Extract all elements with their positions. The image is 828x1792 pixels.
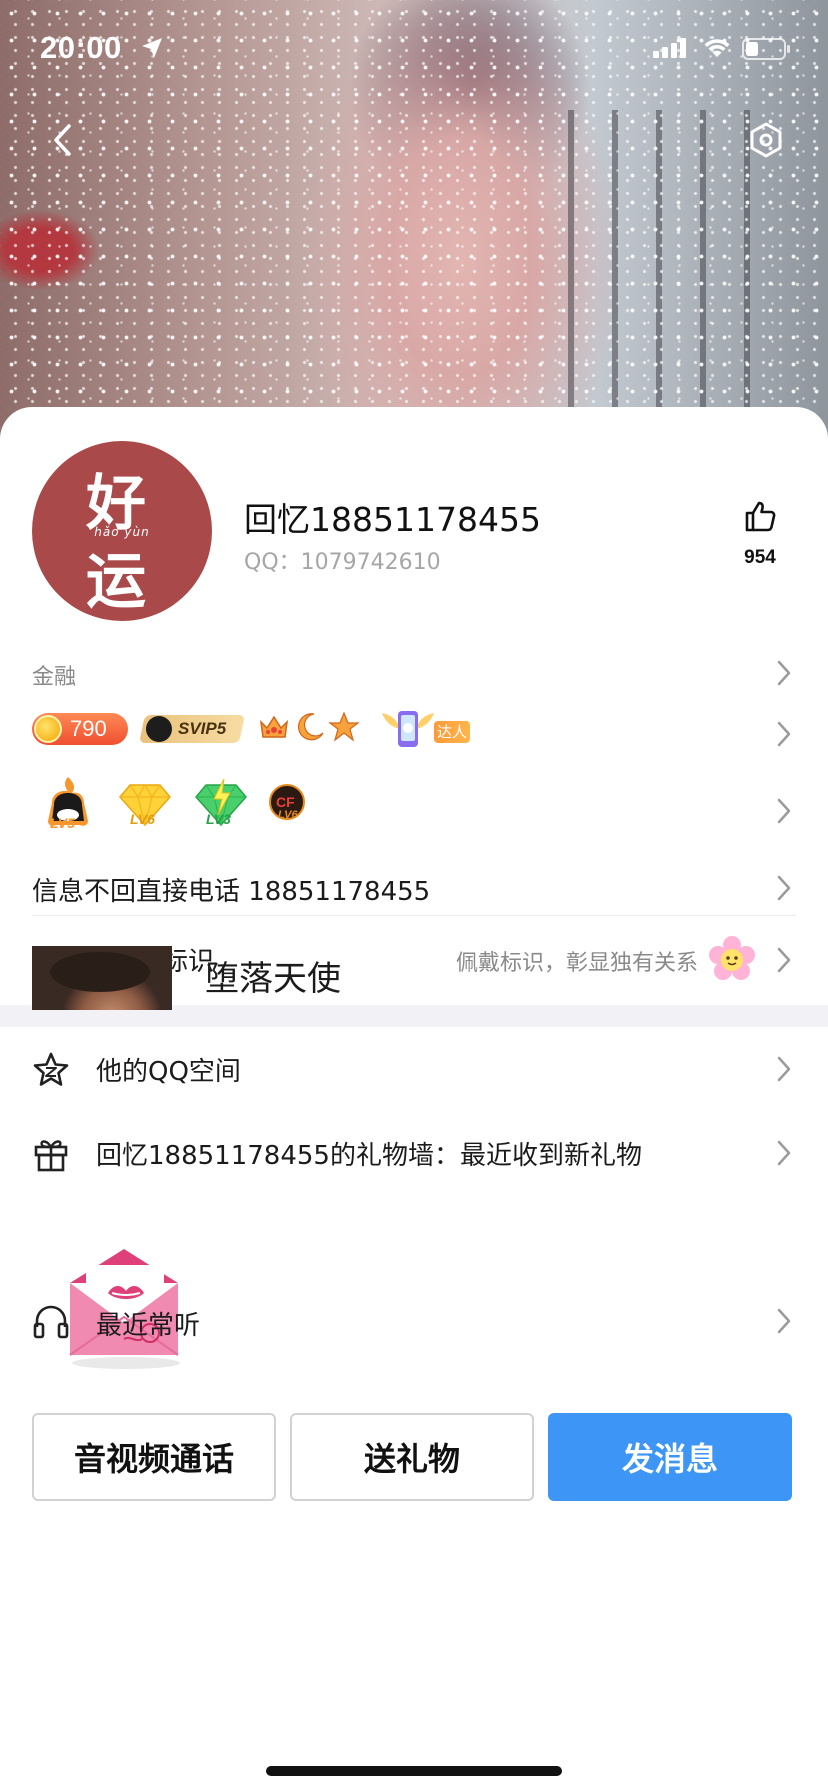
- chevron-right-icon: [777, 1140, 791, 1166]
- interaction-hint: 佩戴标识，彰显独有关系: [455, 951, 698, 976]
- chevron-right-icon: [777, 721, 791, 747]
- back-button[interactable]: [40, 118, 84, 162]
- like-count: 954: [744, 547, 776, 568]
- gift-wall-label: 回忆18851178455的礼物墙：最近收到新礼物: [96, 1141, 642, 1171]
- svg-text:CF: CF: [276, 794, 295, 810]
- location-arrow-icon: [142, 38, 162, 58]
- chevron-right-icon: [777, 947, 791, 973]
- level-label: LV5: [50, 815, 75, 831]
- profile-card: 好 hǎo yùn 运 回忆18851178455 QQ：1079742610 …: [0, 407, 828, 1792]
- like-button[interactable]: 954: [730, 495, 790, 568]
- video-call-button[interactable]: 音视频通话: [32, 1413, 276, 1501]
- gift-wall-row[interactable]: 回忆18851178455的礼物墙：最近收到新礼物: [0, 1111, 828, 1195]
- level-label: LV6: [130, 811, 155, 827]
- gift-icon: [34, 1140, 68, 1172]
- industry-label: 金融: [32, 665, 77, 690]
- nickname: 回忆18851178455: [244, 500, 541, 539]
- avatar-char-bottom: 运: [86, 547, 146, 617]
- coin-badge: 790: [32, 713, 128, 745]
- level-label: LV3: [206, 811, 231, 827]
- chevron-right-icon: [777, 798, 791, 824]
- crown-icon: [259, 715, 289, 738]
- green-diamond-level-badge: LV3: [192, 775, 250, 835]
- svip-label: SVIP5: [178, 719, 227, 738]
- qzone-label: 他的QQ空间: [96, 1057, 241, 1087]
- send-gift-button[interactable]: 送礼物: [290, 1413, 534, 1501]
- qq-number: QQ：1079742610: [244, 550, 441, 575]
- game-level-badge: CF LV6: [268, 783, 306, 825]
- industry-row[interactable]: 金融: [0, 643, 828, 703]
- penguin-level-badge: LV5: [40, 775, 96, 839]
- thumbs-up-icon: [745, 501, 776, 532]
- penguin-icon: [146, 716, 172, 742]
- coin-icon: [34, 715, 62, 743]
- recent-music-row[interactable]: 最近常听: [0, 1277, 828, 1353]
- status-time: 20:00: [40, 30, 122, 65]
- coin-value: 790: [70, 716, 107, 741]
- bottom-action-bar: 音视频通话 送礼物 发消息: [0, 1403, 828, 1580]
- battery-icon: [742, 38, 790, 60]
- qzone-star-icon: [33, 1052, 69, 1086]
- star-icon: [328, 711, 360, 742]
- chevron-left-icon: [54, 124, 71, 156]
- level-label: LV6: [278, 809, 298, 821]
- daren-badge: 达人: [378, 707, 474, 751]
- vip-badges-row[interactable]: 790 SVIP5 达人: [0, 703, 828, 765]
- flower-mark-icon: [709, 936, 755, 980]
- hexagon-settings-icon: [750, 122, 782, 158]
- chevron-right-icon: [777, 1056, 791, 1082]
- winged-phone-icon: [382, 711, 434, 747]
- headphones-icon: [33, 1305, 69, 1339]
- recent-music-label: 最近常听: [96, 1311, 201, 1341]
- signature-text: 信息不回直接电话 18851178455: [32, 877, 431, 907]
- send-message-button[interactable]: 发消息: [548, 1413, 792, 1501]
- status-bar: 20:00: [0, 0, 828, 96]
- signature-row[interactable]: 信息不回直接电话 18851178455: [0, 853, 828, 923]
- chevron-right-icon: [777, 1308, 791, 1334]
- wifi-icon: [704, 39, 730, 57]
- level-badges-row[interactable]: LV5 LV6 LV3 CF LV6: [0, 769, 828, 853]
- chevron-right-icon: [777, 875, 791, 901]
- signal-icon: [653, 38, 686, 58]
- yellow-diamond-level-badge: LV6: [116, 775, 174, 835]
- home-indicator[interactable]: [266, 1766, 562, 1776]
- profile-settings-button[interactable]: [744, 118, 788, 162]
- album-cover[interactable]: [32, 946, 172, 1010]
- daren-label: 达人: [434, 721, 470, 743]
- chevron-right-icon: [777, 660, 791, 686]
- avatar[interactable]: 好 hǎo yùn 运: [32, 441, 212, 621]
- divider: [32, 915, 796, 916]
- moon-icon: [297, 713, 324, 741]
- song-title[interactable]: 堕落天使: [205, 951, 341, 1000]
- qzone-row[interactable]: 他的QQ空间: [0, 1027, 828, 1111]
- svip-badge: SVIP5: [139, 715, 245, 743]
